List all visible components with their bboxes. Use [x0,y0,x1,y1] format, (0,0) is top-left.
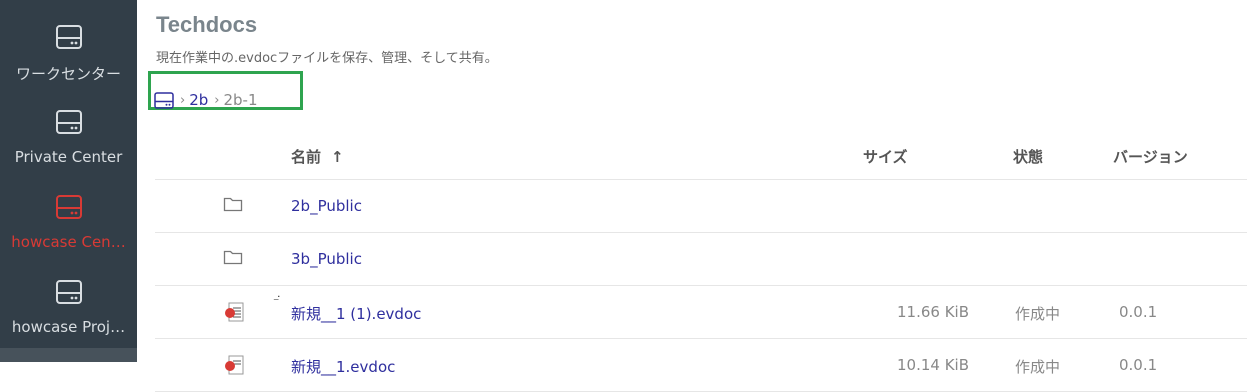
sidebar-item-label: howcase Cen… [11,233,126,251]
drive-icon [55,280,82,304]
breadcrumb-link[interactable]: 2b [189,91,208,109]
file-size: 10.14 KiB [897,356,970,374]
evdoc-file-icon [223,354,247,380]
table-row[interactable]: ⁻͘ 新規__1 (1).evdoc 11.66 KiB 作成中 0.0.1 [155,286,1247,339]
file-version: 0.0.1 [1119,303,1158,321]
file-size: 11.66 KiB [897,303,970,321]
loading-spinner-icon: ⁻͘ [273,294,280,308]
breadcrumb: › 2b › 2b-1 [154,91,258,109]
sidebar-item-label: Private Center [14,148,123,166]
folder-icon [223,248,243,270]
breadcrumb-current: 2b-1 [223,91,258,109]
file-name[interactable]: 新規__1.evdoc [291,356,395,377]
drive-icon[interactable] [154,91,174,109]
sidebar-item-label: howcase Proj… [11,318,126,336]
file-name[interactable]: 2b_Public [291,197,362,215]
column-header-version[interactable]: バージョン [1113,146,1188,167]
file-version: 0.0.1 [1119,356,1158,374]
table-row[interactable]: 2b_Public [155,180,1247,233]
evdoc-file-icon [223,301,247,327]
file-name[interactable]: 3b_Public [291,250,362,268]
file-name[interactable]: 新規__1 (1).evdoc [291,303,421,324]
folder-icon [223,195,243,217]
column-header-name[interactable]: 名前 ↑ [291,146,344,167]
sidebar-item-work-center[interactable]: ワークセンター [0,0,137,84]
sidebar-item-showcase-project[interactable]: howcase Proj… [0,255,137,339]
drive-icon [55,195,82,219]
sidebar: ワークセンター Private Center howcase Cen… howc… [0,0,137,362]
table-header: 名前 ↑ サイズ 状態 バージョン [155,130,1247,180]
sidebar-item-label: ワークセンター [15,65,121,83]
table-row[interactable]: 3b_Public [155,233,1247,286]
drive-icon [55,25,82,49]
page-description: 現在作業中の.evdocファイルを保存、管理、そして共有。 [156,51,498,66]
sort-ascending-icon: ↑ [331,148,344,166]
page-title: Techdocs [156,12,258,37]
column-header-status[interactable]: 状態 [1013,146,1043,167]
chevron-right-icon: › [180,92,186,108]
table-row[interactable]: 新規__1.evdoc 10.14 KiB 作成中 0.0.1 [155,339,1247,392]
main-content: Techdocs 現在作業中の.evdocファイルを保存、管理、そして共有。 ›… [137,0,1247,392]
drive-icon [55,110,82,134]
chevron-right-icon: › [214,92,220,108]
file-table: 名前 ↑ サイズ 状態 バージョン 2b_Public 3b_Public ⁻͘… [155,130,1247,392]
file-status: 作成中 [1015,358,1061,376]
sidebar-item-private-center[interactable]: Private Center [0,85,137,169]
sidebar-item-next[interactable] [0,348,137,362]
file-status: 作成中 [1015,305,1061,323]
column-header-size[interactable]: サイズ [863,146,908,167]
sidebar-item-showcase-center[interactable]: howcase Cen… [0,170,137,254]
